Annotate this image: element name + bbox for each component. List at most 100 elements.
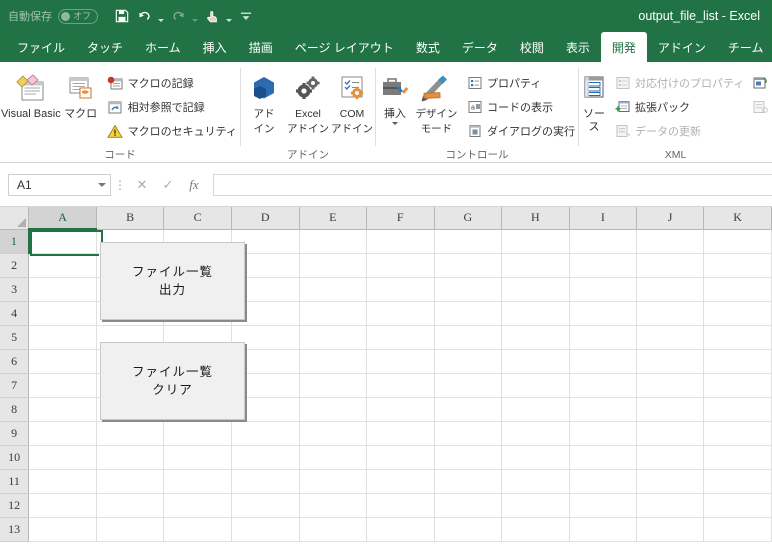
tab-addins[interactable]: アドイン [647, 32, 717, 62]
row-header-13[interactable]: 13 [0, 517, 30, 542]
cell-a12[interactable] [28, 493, 97, 518]
row-header-10[interactable]: 10 [0, 445, 30, 470]
output-file-list-button[interactable]: ファイル一覧 出力 [100, 242, 245, 320]
cell-h2[interactable] [501, 253, 570, 278]
cell-h5[interactable] [501, 325, 570, 350]
column-header-h[interactable]: H [501, 207, 570, 230]
view-code-button[interactable]: a コードの表示 [463, 96, 578, 118]
cell-g6[interactable] [434, 349, 503, 374]
cell-f9[interactable] [366, 421, 435, 446]
column-header-e[interactable]: E [299, 207, 368, 230]
cell-j4[interactable] [636, 301, 705, 326]
cell-i10[interactable] [569, 445, 637, 470]
cell-g5[interactable] [434, 325, 503, 350]
column-header-c[interactable]: C [163, 207, 232, 230]
tab-file[interactable]: ファイル [6, 32, 76, 62]
cell-f1[interactable] [366, 229, 435, 254]
cell-e4[interactable] [299, 301, 368, 326]
cell-e8[interactable] [299, 397, 368, 422]
enter-icon[interactable]: ✓ [155, 174, 181, 196]
cell-k7[interactable] [703, 373, 772, 398]
cell-g13[interactable] [434, 517, 503, 542]
xml-expand-icon-button[interactable] [749, 72, 772, 94]
cell-c10[interactable] [163, 445, 232, 470]
tab-touch[interactable]: タッチ [76, 32, 134, 62]
cell-h11[interactable] [501, 469, 570, 494]
cell-g7[interactable] [434, 373, 503, 398]
cell-c11[interactable] [163, 469, 232, 494]
cell-a6[interactable] [28, 349, 97, 374]
cell-k12[interactable] [703, 493, 772, 518]
cell-g12[interactable] [434, 493, 503, 518]
column-header-d[interactable]: D [231, 207, 300, 230]
cell-e2[interactable] [299, 253, 368, 278]
cell-e3[interactable] [299, 277, 368, 302]
cell-e1[interactable] [299, 229, 368, 254]
cell-c9[interactable] [163, 421, 232, 446]
cell-j5[interactable] [636, 325, 705, 350]
insert-function-icon[interactable]: fx [181, 174, 207, 196]
insert-control-button[interactable]: 挿入 [376, 66, 414, 125]
cell-f10[interactable] [366, 445, 435, 470]
cell-b12[interactable] [96, 493, 165, 518]
cell-f5[interactable] [366, 325, 435, 350]
redo-icon[interactable] [168, 5, 188, 27]
cell-a8[interactable] [28, 397, 97, 422]
cell-b11[interactable] [96, 469, 165, 494]
tab-home[interactable]: ホーム [134, 32, 192, 62]
cell-f8[interactable] [366, 397, 435, 422]
row-header-9[interactable]: 9 [0, 421, 30, 446]
column-header-k[interactable]: K [703, 207, 772, 230]
redo-dropdown-icon[interactable] [190, 5, 200, 27]
cell-i9[interactable] [569, 421, 637, 446]
cell-k9[interactable] [703, 421, 772, 446]
cell-d13[interactable] [231, 517, 300, 542]
cell-j8[interactable] [636, 397, 705, 422]
undo-dropdown-icon[interactable] [156, 5, 166, 27]
column-header-j[interactable]: J [636, 207, 705, 230]
cell-g1[interactable] [434, 229, 503, 254]
insert-control-dropdown-icon[interactable] [391, 122, 398, 125]
cell-k13[interactable] [703, 517, 772, 542]
cell-f13[interactable] [366, 517, 435, 542]
cell-f2[interactable] [366, 253, 435, 278]
cell-i8[interactable] [569, 397, 637, 422]
cell-i4[interactable] [569, 301, 637, 326]
cell-j12[interactable] [636, 493, 705, 518]
cell-h9[interactable] [501, 421, 570, 446]
cell-h3[interactable] [501, 277, 570, 302]
cell-k1[interactable] [703, 229, 772, 254]
cell-d9[interactable] [231, 421, 300, 446]
cell-j10[interactable] [636, 445, 705, 470]
cell-e10[interactable] [299, 445, 368, 470]
row-header-8[interactable]: 8 [0, 397, 30, 422]
row-header-5[interactable]: 5 [0, 325, 30, 350]
expansion-packs-button[interactable]: 拡張パック [611, 96, 747, 118]
customize-qat-icon[interactable] [236, 5, 256, 27]
cell-a3[interactable] [28, 277, 97, 302]
cell-i2[interactable] [569, 253, 637, 278]
properties-button[interactable]: プロパティ [463, 72, 578, 94]
cell-g2[interactable] [434, 253, 503, 278]
cell-j13[interactable] [636, 517, 705, 542]
cell-g9[interactable] [434, 421, 503, 446]
cell-i7[interactable] [569, 373, 637, 398]
save-icon[interactable] [112, 5, 132, 27]
cell-a2[interactable] [28, 253, 97, 278]
cell-k5[interactable] [703, 325, 772, 350]
cell-j7[interactable] [636, 373, 705, 398]
cell-j11[interactable] [636, 469, 705, 494]
row-header-7[interactable]: 7 [0, 373, 30, 398]
macros-button[interactable]: マクロ [62, 66, 100, 121]
cell-i5[interactable] [569, 325, 637, 350]
cell-h8[interactable] [501, 397, 570, 422]
cell-d10[interactable] [231, 445, 300, 470]
cell-b13[interactable] [96, 517, 165, 542]
cell-h6[interactable] [501, 349, 570, 374]
cell-k6[interactable] [703, 349, 772, 374]
cell-f12[interactable] [366, 493, 435, 518]
cell-k2[interactable] [703, 253, 772, 278]
cell-a13[interactable] [28, 517, 97, 542]
cell-c12[interactable] [163, 493, 232, 518]
cell-g8[interactable] [434, 397, 503, 422]
